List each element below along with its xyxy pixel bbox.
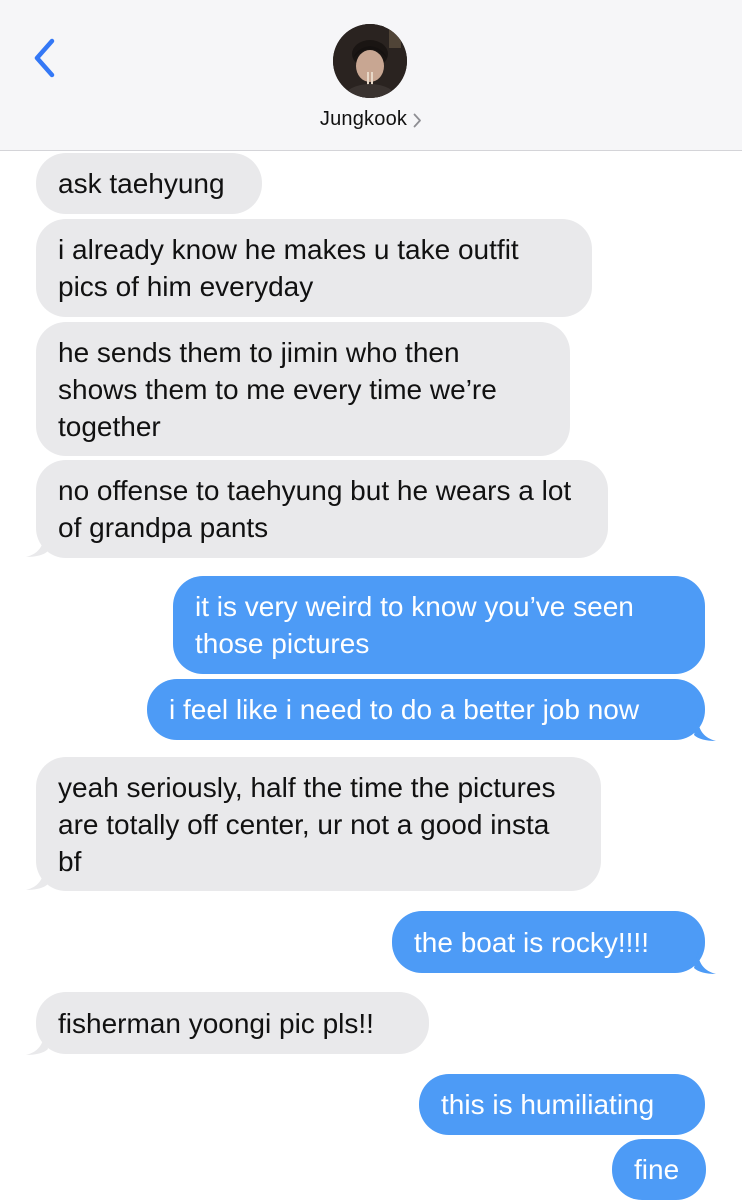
contact-name-button[interactable]: Jungkook bbox=[0, 104, 742, 134]
message-text: he sends them to jimin who then shows th… bbox=[58, 336, 497, 442]
message-text: fisherman yoongi pic pls!! bbox=[58, 1007, 374, 1039]
message-bubble-received[interactable]: i already know he makes u take outfit pi… bbox=[36, 219, 592, 317]
avatar-photo bbox=[333, 24, 407, 98]
message-text: i already know he makes u take outfit pi… bbox=[58, 234, 519, 302]
message-bubble-received[interactable]: yeah seriously, half the time the pictur… bbox=[36, 757, 601, 891]
message-bubble-received[interactable]: fisherman yoongi pic pls!! bbox=[36, 992, 429, 1054]
message-text: fine bbox=[634, 1154, 680, 1185]
chevron-right-icon bbox=[413, 113, 422, 128]
bubble-tail bbox=[694, 951, 716, 974]
bubble-tail bbox=[26, 1032, 48, 1055]
message-bubble-sent[interactable]: fine bbox=[612, 1139, 706, 1200]
message-text: this is humiliating bbox=[441, 1089, 655, 1120]
message-text: it is very weird to know you’ve seen tho… bbox=[195, 591, 634, 659]
contact-avatar[interactable] bbox=[333, 24, 407, 98]
message-bubble-sent[interactable]: it is very weird to know you’ve seen tho… bbox=[173, 576, 705, 674]
message-text: yeah seriously, half the time the pictur… bbox=[58, 771, 556, 877]
bubble-tail bbox=[26, 534, 48, 557]
bubble-tail bbox=[26, 867, 48, 890]
back-button[interactable] bbox=[24, 30, 64, 86]
messages-screen: Jungkook ask taehyung i already know he … bbox=[0, 0, 742, 1200]
message-bubble-received[interactable]: no offense to taehyung but he wears a lo… bbox=[36, 460, 608, 558]
contact-name: Jungkook bbox=[319, 107, 408, 130]
message-text: ask taehyung bbox=[58, 168, 225, 199]
message-bubble-sent[interactable]: i feel like i need to do a better job no… bbox=[147, 679, 705, 740]
conversation-header: Jungkook bbox=[0, 0, 742, 151]
message-bubble-sent[interactable]: the boat is rocky!!!! bbox=[392, 911, 705, 973]
message-text: no offense to taehyung but he wears a lo… bbox=[58, 475, 572, 543]
message-bubble-received[interactable]: he sends them to jimin who then shows th… bbox=[36, 322, 570, 456]
message-text: the boat is rocky!!!! bbox=[414, 926, 649, 958]
message-bubble-received[interactable]: ask taehyung bbox=[36, 153, 262, 214]
chevron-left-icon bbox=[34, 38, 55, 78]
bubble-tail bbox=[694, 718, 716, 741]
message-text: i feel like i need to do a better job no… bbox=[169, 694, 640, 725]
message-bubble-sent[interactable]: this is humiliating bbox=[419, 1074, 705, 1135]
